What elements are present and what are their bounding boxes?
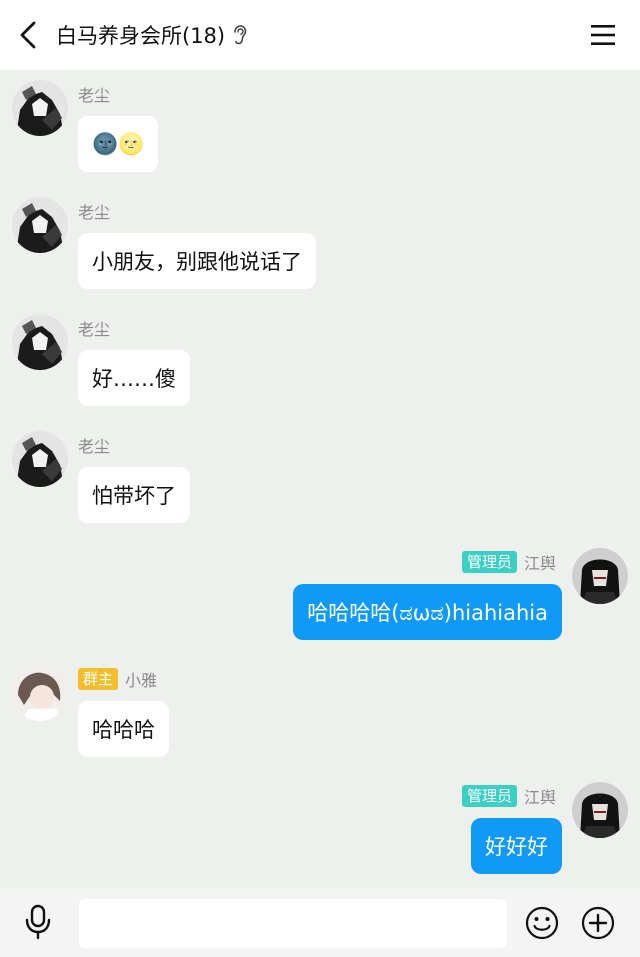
message-bubble[interactable]: 好……傻 — [78, 350, 190, 406]
message-text: 哈哈哈哈(ಡωಡ)hiahiahia — [307, 601, 548, 625]
sender-name: 老尘 — [78, 437, 111, 456]
admin-badge: 管理员 — [461, 551, 517, 573]
message-bubble[interactable]: 好好好 — [471, 818, 562, 874]
group-title-area[interactable]: 白马养身会所(18) — [56, 18, 247, 52]
sender-row: 老尘 — [78, 316, 110, 340]
more-button[interactable] — [581, 906, 615, 940]
plus-circle-icon — [581, 906, 615, 940]
avatar[interactable] — [12, 80, 68, 136]
microphone-icon — [25, 904, 51, 940]
sender-row: 管理员 江舆 — [461, 550, 556, 574]
message-item: 群主 小雅 哈哈哈 — [0, 655, 640, 772]
sender-name: 江舆 — [523, 554, 556, 573]
sender-row: 老尘 — [78, 199, 110, 223]
back-button[interactable] — [14, 18, 42, 52]
sender-name: 江舆 — [523, 788, 556, 807]
avatar[interactable] — [12, 314, 68, 370]
message-item: 老尘 怕带坏了 — [0, 421, 640, 538]
message-bubble[interactable]: 怕带坏了 — [78, 467, 190, 523]
avatar[interactable] — [12, 665, 68, 721]
avatar[interactable] — [12, 431, 68, 487]
sender-name: 老尘 — [78, 320, 111, 339]
message-bubble[interactable]: 🌚🌝 — [78, 116, 159, 172]
message-item: 老尘 🌚🌝 — [0, 70, 640, 187]
avatar[interactable] — [12, 197, 68, 253]
avatar[interactable] — [572, 548, 628, 604]
admin-badge: 管理员 — [461, 785, 517, 807]
sender-name: 老尘 — [78, 86, 111, 105]
message-list[interactable]: 老尘 🌚🌝 老尘 小朋友，别跟他说话了 老尘 好……傻 老尘 怕带坏了 管理员 … — [0, 70, 640, 888]
emoji-button[interactable] — [525, 906, 559, 940]
avatar[interactable] — [572, 782, 628, 838]
chevron-left-icon — [20, 21, 36, 49]
message-item: 老尘 好……傻 — [0, 304, 640, 421]
sender-name: 小雅 — [125, 671, 158, 690]
message-input[interactable] — [79, 899, 507, 948]
sender-row: 群主 小雅 — [78, 667, 157, 691]
sender-row: 管理员 江舆 — [461, 784, 556, 808]
message-item: 老尘 小朋友，别跟他说话了 — [0, 187, 640, 304]
group-title: 白马养身会所(18) — [56, 24, 226, 48]
message-bubble[interactable]: 哈哈哈 — [78, 701, 169, 757]
sender-row: 老尘 — [78, 82, 110, 106]
message-text: 怕带坏了 — [92, 484, 176, 508]
sender-row: 老尘 — [78, 433, 110, 457]
menu-button[interactable] — [588, 20, 618, 50]
ear-icon — [233, 25, 247, 45]
message-text: 哈哈哈 — [92, 718, 155, 742]
sender-name: 老尘 — [78, 203, 111, 222]
message-item: 管理员 江舆 好好好 — [0, 772, 640, 889]
smiley-icon — [525, 906, 559, 940]
message-text: 小朋友，别跟他说话了 — [92, 250, 302, 274]
message-bubble[interactable]: 哈哈哈哈(ಡωಡ)hiahiahia — [293, 584, 562, 640]
message-text: 好好好 — [485, 835, 548, 859]
message-bubble[interactable]: 小朋友，别跟他说话了 — [78, 233, 316, 289]
hamburger-menu-icon — [591, 25, 615, 45]
chat-header: 白马养身会所(18) — [0, 0, 640, 70]
voice-button[interactable] — [22, 904, 54, 940]
message-text: 🌚🌝 — [92, 131, 145, 156]
message-item: 管理员 江舆 哈哈哈哈(ಡωಡ)hiahiahia — [0, 538, 640, 655]
owner-badge: 群主 — [78, 668, 119, 690]
input-bar — [0, 888, 640, 957]
message-text: 好……傻 — [92, 367, 176, 391]
